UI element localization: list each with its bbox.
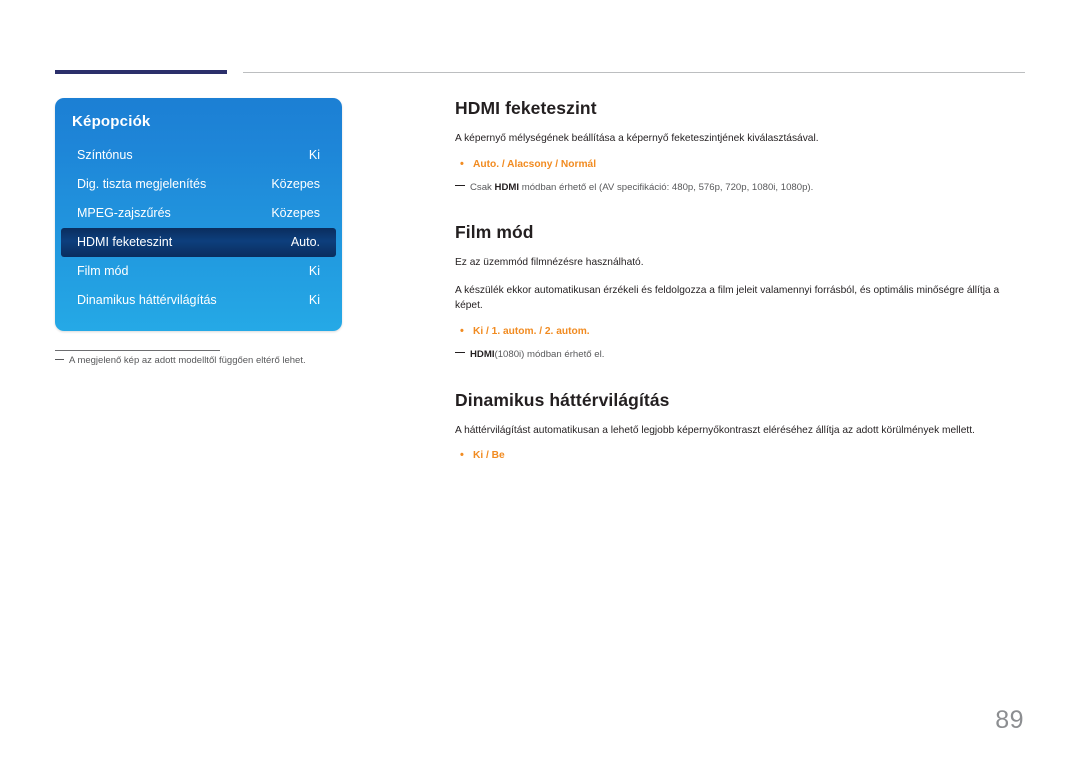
osd-menu-item-value: Ki [308,264,320,278]
osd-menu-item-value: Auto. [290,235,320,249]
section-options-list: Ki / 1. autom. / 2. autom. [455,324,1025,340]
dash-marker-icon [455,185,465,187]
document-content: HDMI feketeszint A képernyő mélységének … [455,98,1025,464]
menu-footnote-text: A megjelenő kép az adott modelltől függő… [69,355,306,366]
section-film-mod: Film mód Ez az üzemmód filmnézésre haszn… [455,222,1025,361]
osd-menu-item-label: Színtónus [77,148,133,162]
note-keyword: HDMI [494,182,520,194]
osd-menu-item-value: Közepes [271,206,320,220]
dash-marker-icon [55,358,64,360]
osd-menu-item-dig-tiszta-megjelenites[interactable]: Dig. tiszta megjelenítés Közepes [55,170,342,199]
osd-menu-item-szintonus[interactable]: Színtónus Ki [55,141,342,170]
osd-menu-item-label: Dinamikus háttérvilágítás [77,293,217,307]
osd-menu-item-value: Közepes [271,177,320,191]
section-paragraph: A képernyő mélységének beállítása a képe… [455,133,819,144]
osd-menu-item-film-mod[interactable]: Film mód Ki [55,257,342,286]
option-values: Ki / 1. autom. / 2. autom. [455,324,1025,340]
osd-menu-item-value: Ki [308,148,320,162]
osd-menu-item-value: Ki [308,293,320,307]
section-paragraph-2: A készülék ekkor automatikusan érzékeli … [455,285,1000,312]
section-dinamikus-hattervilagitas: Dinamikus háttérvilágítás A háttérvilágí… [455,390,1025,464]
option-values: Ki / Be [455,448,1025,464]
footnote-divider [55,350,220,351]
osd-menu-item-dinamikus-hattervilagitas[interactable]: Dinamikus háttérvilágítás Ki [55,286,342,315]
section-title: Film mód [455,222,534,243]
note-keyword: HDMI [470,349,495,361]
dash-marker-icon [455,352,465,354]
osd-menu-panel: Képopciók Színtónus Ki Dig. tiszta megje… [55,98,342,331]
section-options-list: Auto. / Alacsony / Normál [455,157,1025,173]
osd-menu-item-label: Film mód [77,264,129,278]
osd-menu-item-label: Dig. tiszta megjelenítés [77,177,207,191]
section-note: Csak HDMI módban érhető el (AV specifiká… [455,181,1025,194]
note-prefix: Csak [470,182,495,194]
section-note: HDMI(1080i) módban érhető el. [455,348,1025,361]
osd-menu-item-label: HDMI feketeszint [77,235,173,249]
section-paragraph: A háttérvilágítást automatikusan a lehet… [455,424,975,436]
osd-menu-item-label: MPEG-zajszűrés [77,206,171,220]
section-hdmi-feketeszint: HDMI feketeszint A képernyő mélységének … [455,98,1025,194]
note-suffix: (1080i) módban érhető el. [494,349,605,361]
section-title: HDMI feketeszint [455,98,597,118]
osd-menu-list: Színtónus Ki Dig. tiszta megjelenítés Kö… [55,141,342,315]
section-paragraph: Ez az üzemmód filmnézésre használható. [455,257,644,269]
header-divider-line [243,72,1025,73]
section-options-list: Ki / Be [455,448,1025,464]
note-suffix: módban érhető el (AV specifikáció: 480p,… [519,182,814,194]
osd-menu-title: Képopciók [72,113,151,130]
section-title: Dinamikus háttérvilágítás [455,389,670,410]
header-accent-bar [55,70,227,74]
osd-menu-item-hdmi-feketeszint[interactable]: HDMI feketeszint Auto. [61,228,336,257]
option-values: Auto. / Alacsony / Normál [455,157,1025,173]
menu-footnote: A megjelenő kép az adott modelltől függő… [55,355,355,366]
page-number: 89 [995,706,1024,734]
osd-menu-item-mpeg-zajszures[interactable]: MPEG-zajszűrés Közepes [55,199,342,228]
